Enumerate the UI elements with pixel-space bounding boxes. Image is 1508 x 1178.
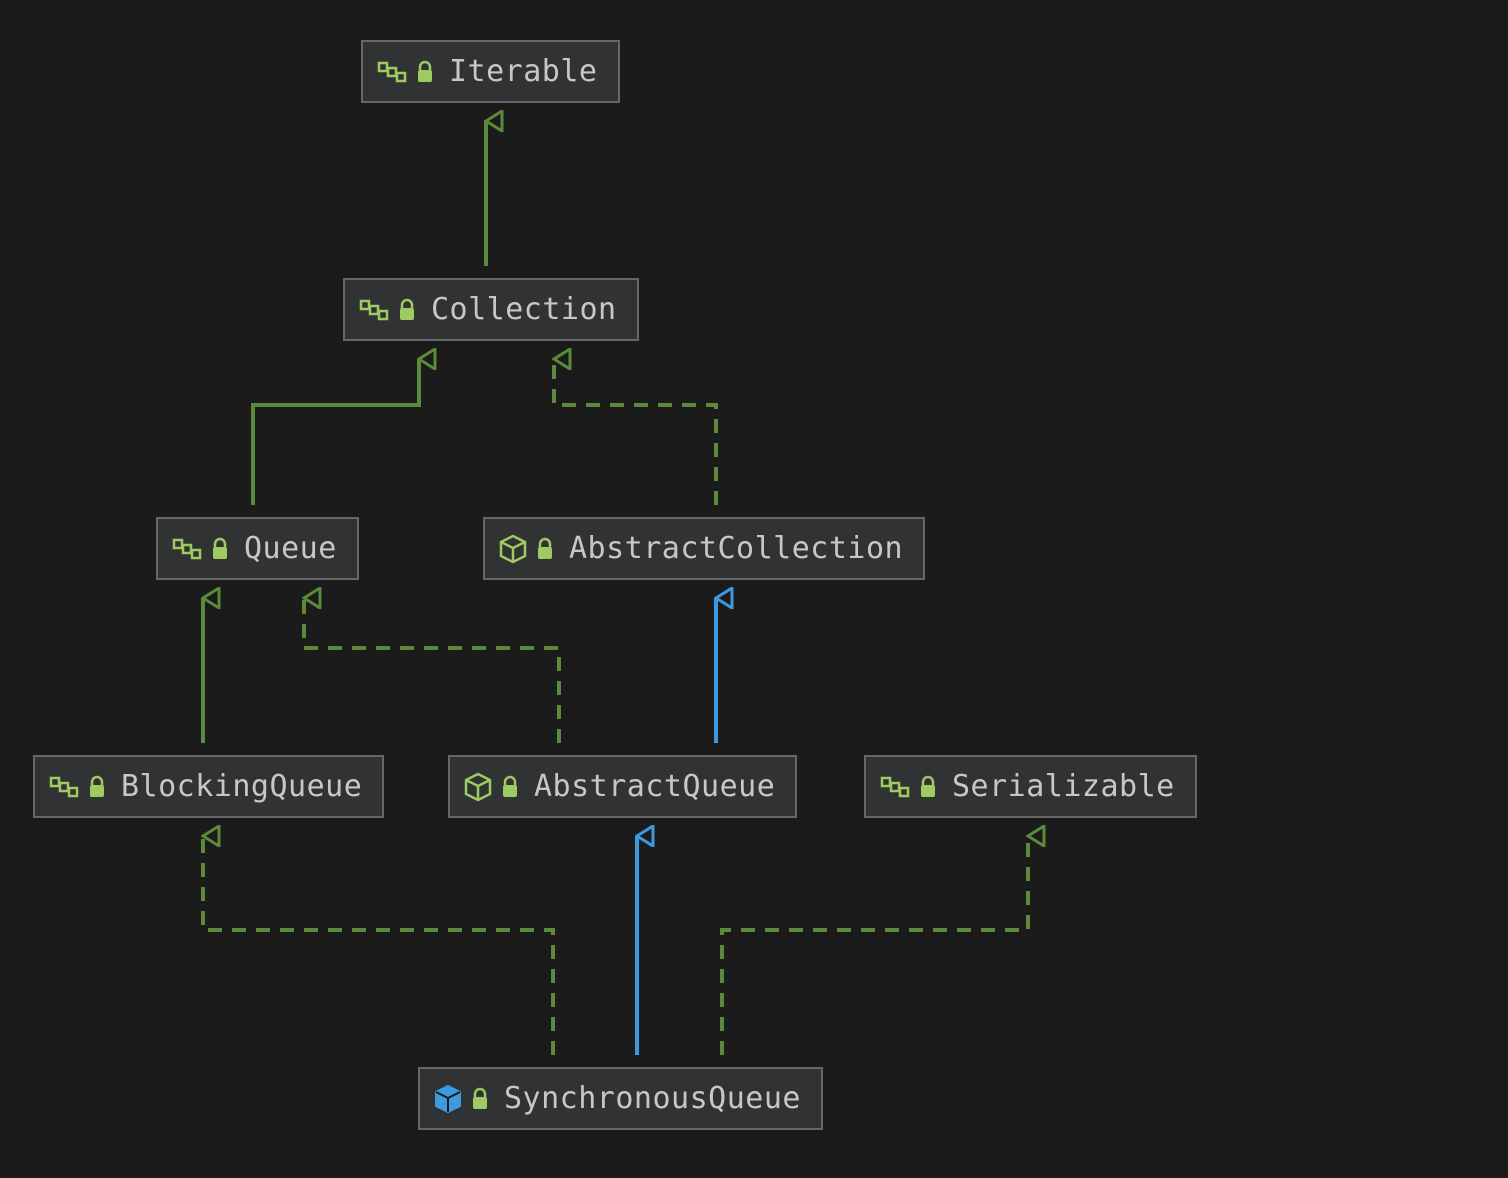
class-selected-icon (434, 1084, 462, 1114)
node-label: Collection (431, 290, 617, 329)
lock-icon (397, 298, 417, 322)
node-iterable[interactable]: Iterable (361, 40, 620, 103)
node-label: BlockingQueue (121, 767, 362, 806)
edges-layer (0, 0, 1508, 1178)
node-serializable[interactable]: Serializable (864, 755, 1197, 818)
node-collection[interactable]: Collection (343, 278, 639, 341)
class-icon (464, 772, 492, 802)
lock-icon (470, 1087, 490, 1111)
lock-icon (500, 775, 520, 799)
lock-icon (87, 775, 107, 799)
interface-icon (359, 297, 389, 323)
lock-icon (535, 537, 555, 561)
lock-icon (415, 60, 435, 84)
node-label: AbstractCollection (569, 529, 903, 568)
node-synchronousqueue[interactable]: SynchronousQueue (418, 1067, 823, 1130)
node-label: SynchronousQueue (504, 1079, 801, 1118)
node-label: Queue (244, 529, 337, 568)
node-queue[interactable]: Queue (156, 517, 359, 580)
lock-icon (210, 537, 230, 561)
node-abstractcollection[interactable]: AbstractCollection (483, 517, 925, 580)
diagram-canvas: Iterable Collection Queue (0, 0, 1508, 1178)
lock-icon (918, 775, 938, 799)
interface-icon (377, 59, 407, 85)
edge-queue-to-collection (253, 359, 419, 505)
interface-icon (49, 774, 79, 800)
node-label: AbstractQueue (534, 767, 775, 806)
node-abstractqueue[interactable]: AbstractQueue (448, 755, 797, 818)
edge-syncqueue-to-serializable (722, 836, 1028, 1055)
interface-icon (172, 536, 202, 562)
interface-icon (880, 774, 910, 800)
node-blockingqueue[interactable]: BlockingQueue (33, 755, 384, 818)
node-label: Iterable (449, 52, 598, 91)
edge-syncqueue-to-blockingqueue (203, 836, 553, 1055)
edge-abstractqueue-to-queue (304, 598, 559, 743)
node-label: Serializable (952, 767, 1175, 806)
class-icon (499, 534, 527, 564)
edge-abstractcollection-to-collection (554, 359, 716, 505)
